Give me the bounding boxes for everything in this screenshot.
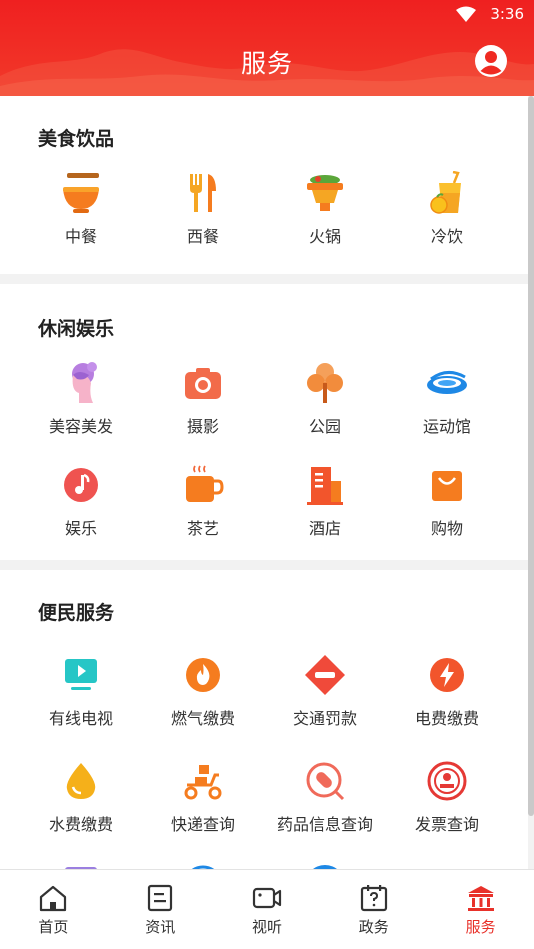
government-building-icon — [467, 886, 494, 911]
chinese-food-icon — [63, 173, 99, 213]
service-item-photography[interactable]: 摄影 — [142, 361, 264, 437]
delivery-scooter-icon — [184, 765, 222, 800]
service-label: 西餐 — [186, 227, 219, 246]
app-header: 3:36 服务 — [0, 0, 534, 96]
tab-video[interactable]: 视听 — [214, 870, 321, 949]
home-icon — [40, 885, 67, 912]
section-food-drink: 美食饮品 中餐 西餐 火锅 冷饮 — [0, 96, 528, 274]
service-label: 中餐 — [64, 227, 97, 246]
tab-label: 政务 — [358, 918, 389, 936]
beauty-icon — [72, 362, 97, 403]
invoice-seal-icon — [427, 761, 467, 801]
calendar-question-icon — [360, 885, 387, 912]
lightning-icon — [430, 658, 464, 692]
no-entry-icon — [305, 655, 345, 695]
services-content[interactable]: 美食饮品 中餐 西餐 火锅 冷饮 休闲娱乐 美容美发 摄影 公园 运动馆 娱乐 … — [0, 96, 528, 869]
service-label: 娱乐 — [64, 519, 97, 538]
service-label: 水费缴费 — [48, 815, 113, 834]
tab-news[interactable]: 资讯 — [107, 870, 214, 949]
service-label: 电费缴费 — [414, 709, 479, 728]
section-title: 便民服务 — [38, 602, 115, 624]
service-label: 美容美发 — [48, 417, 113, 436]
service-item-beauty[interactable]: 美容美发 — [0, 361, 142, 437]
tab-label: 服务 — [465, 918, 496, 936]
service-item-gas-payment[interactable]: 燃气缴费 — [142, 653, 264, 729]
hotpot-icon — [307, 175, 343, 211]
water-drop-icon — [66, 763, 96, 799]
service-label: 燃气缴费 — [170, 709, 235, 728]
stadium-icon — [427, 371, 467, 394]
service-label: 快递查询 — [170, 815, 235, 834]
section-title: 休闲娱乐 — [38, 318, 115, 340]
section-public-services: 便民服务 有线电视 燃气缴费 交通罚款 电费缴费 水费缴费 快递查询 药品信息查… — [0, 570, 528, 869]
service-label: 公园 — [308, 417, 341, 436]
section-title: 美食饮品 — [38, 128, 115, 150]
tab-label: 资讯 — [145, 918, 176, 936]
cold-drink-icon — [430, 171, 461, 214]
service-item-drug-info[interactable]: 药品信息查询 — [264, 759, 386, 835]
tree-icon — [307, 363, 343, 403]
service-label: 交通罚款 — [292, 709, 357, 728]
user-profile-icon[interactable] — [474, 44, 508, 78]
service-item-stadium[interactable]: 运动馆 — [386, 361, 508, 437]
service-item-cold-drink[interactable]: 冷饮 — [386, 171, 508, 247]
camera-icon — [185, 368, 221, 399]
service-item-express[interactable]: 快递查询 — [142, 759, 264, 835]
section-divider — [0, 560, 528, 570]
shopping-bag-icon — [432, 471, 462, 501]
service-item-park[interactable]: 公园 — [264, 361, 386, 437]
service-label: 火锅 — [308, 227, 341, 246]
status-time: 3:36 — [490, 5, 524, 23]
service-label: 发票查询 — [414, 815, 479, 834]
service-item-hotel[interactable]: 酒店 — [264, 463, 386, 539]
service-label: 运动馆 — [422, 417, 471, 436]
service-label: 购物 — [430, 519, 463, 538]
service-item-chinese-food[interactable]: 中餐 — [0, 171, 142, 247]
tab-services[interactable]: 服务 — [427, 870, 534, 949]
tab-home[interactable]: 首页 — [0, 870, 107, 949]
section-divider — [0, 274, 528, 284]
service-label: 摄影 — [186, 417, 219, 436]
service-item-traffic-fine[interactable]: 交通罚款 — [264, 653, 386, 729]
fork-knife-icon — [190, 174, 216, 212]
service-item-electricity[interactable]: 电费缴费 — [386, 653, 508, 729]
tab-government[interactable]: 政务 — [320, 870, 427, 949]
wifi-icon — [456, 6, 476, 22]
tab-label: 首页 — [38, 918, 69, 936]
service-item-cable-tv[interactable]: 有线电视 — [0, 653, 142, 729]
tv-icon — [65, 659, 97, 690]
music-icon — [64, 468, 98, 502]
service-label: 有线电视 — [48, 709, 113, 728]
service-item-water[interactable]: 水费缴费 — [0, 759, 142, 835]
section-leisure: 休闲娱乐 美容美发 摄影 公园 运动馆 娱乐 茶艺 酒店 购物 — [0, 284, 528, 560]
hotel-icon — [307, 467, 343, 505]
pill-search-icon — [306, 762, 345, 801]
page-title: 服务 — [240, 49, 293, 78]
scrollbar[interactable] — [528, 96, 534, 816]
tab-label: 视听 — [251, 918, 282, 936]
service-label: 酒店 — [308, 519, 341, 538]
service-label: 茶艺 — [186, 519, 219, 538]
video-icon — [252, 887, 282, 909]
status-bar: 3:36 — [0, 0, 534, 28]
service-item-entertainment[interactable]: 娱乐 — [0, 463, 142, 539]
news-icon — [148, 884, 173, 912]
service-item-tea[interactable]: 茶艺 — [142, 463, 264, 539]
bottom-tab-bar: 首页 资讯 视听 政务 服务 — [0, 869, 534, 949]
service-item-western-food[interactable]: 西餐 — [142, 171, 264, 247]
service-label: 药品信息查询 — [276, 815, 373, 834]
tea-cup-icon — [186, 465, 224, 502]
service-label: 冷饮 — [430, 227, 463, 246]
service-item-invoice[interactable]: 发票查询 — [386, 759, 508, 835]
flame-icon — [186, 658, 220, 692]
service-item-shopping[interactable]: 购物 — [386, 463, 508, 539]
service-item-hotpot[interactable]: 火锅 — [264, 171, 386, 247]
